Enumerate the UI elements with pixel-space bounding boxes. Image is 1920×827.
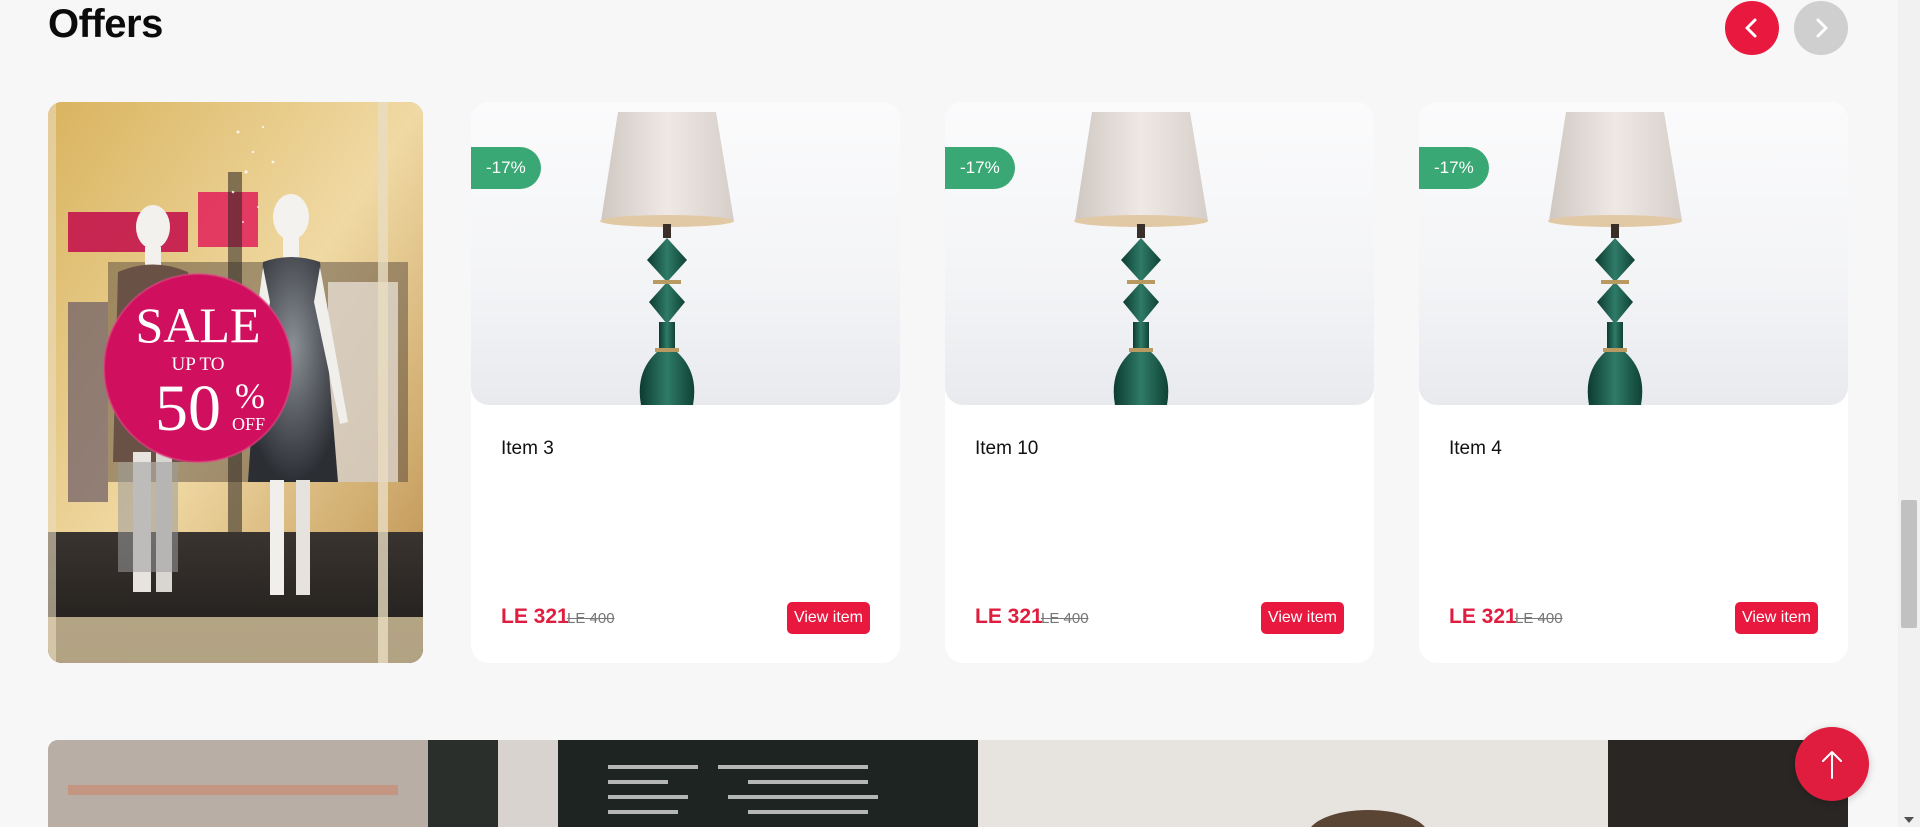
scroll-to-top-button[interactable] — [1795, 727, 1869, 801]
product-card[interactable]: -17% Item 10 LE 321 LE 400 View item — [945, 102, 1374, 663]
product-price: LE 321 — [1449, 605, 1517, 628]
carousel-prev-button[interactable] — [1725, 1, 1779, 55]
product-price: LE 321 — [501, 605, 569, 628]
product-image[interactable] — [945, 102, 1374, 405]
product-old-price: LE 400 — [567, 610, 615, 627]
percent-text: 50 — [155, 372, 221, 445]
product-name[interactable]: Item 3 — [501, 438, 554, 460]
chevron-left-icon — [1745, 18, 1757, 38]
scrollbar-thumb[interactable] — [1901, 500, 1917, 628]
product-old-price: LE 400 — [1041, 610, 1089, 627]
lamp-illustration — [1548, 112, 1682, 405]
product-name[interactable]: Item 4 — [1449, 438, 1502, 460]
product-name[interactable]: Item 10 — [975, 438, 1038, 460]
view-item-button[interactable]: View item — [1734, 602, 1818, 634]
product-old-price: LE 400 — [1515, 610, 1563, 627]
percent-sign: % — [235, 376, 265, 416]
chevron-right-icon — [1816, 18, 1828, 38]
view-item-button[interactable]: View item — [786, 602, 870, 634]
bottom-banner-image[interactable] — [48, 740, 1848, 827]
off-text: OFF — [232, 414, 265, 434]
carousel-next-button[interactable] — [1794, 1, 1848, 55]
discount-badge: -17% — [1419, 147, 1489, 189]
product-card[interactable]: -17% Item 4 LE 321 LE 400 View item — [1419, 102, 1848, 663]
page: Offers SALE UP TO 50 % OFF -17% Item 3 L… — [0, 0, 1898, 827]
scroll-down-arrow-icon[interactable] — [1904, 817, 1914, 823]
discount-badge: -17% — [471, 147, 541, 189]
sale-window-illustration: SALE UP TO 50 % OFF — [48, 102, 423, 663]
sale-text: SALE — [136, 297, 261, 353]
section-title: Offers — [48, 2, 163, 46]
discount-badge: -17% — [945, 147, 1015, 189]
product-card[interactable]: -17% Item 3 LE 321 LE 400 View item — [471, 102, 900, 663]
lamp-illustration — [600, 112, 734, 405]
sale-promo-image[interactable]: SALE UP TO 50 % OFF — [48, 102, 423, 663]
cafe-banner-illustration — [48, 740, 1848, 827]
product-image[interactable] — [1419, 102, 1848, 405]
product-price: LE 321 — [975, 605, 1043, 628]
arrow-up-icon — [1822, 751, 1842, 779]
lamp-illustration — [1074, 112, 1208, 405]
view-item-button[interactable]: View item — [1260, 602, 1344, 634]
product-image[interactable] — [471, 102, 900, 405]
page-scrollbar[interactable] — [1898, 0, 1920, 827]
